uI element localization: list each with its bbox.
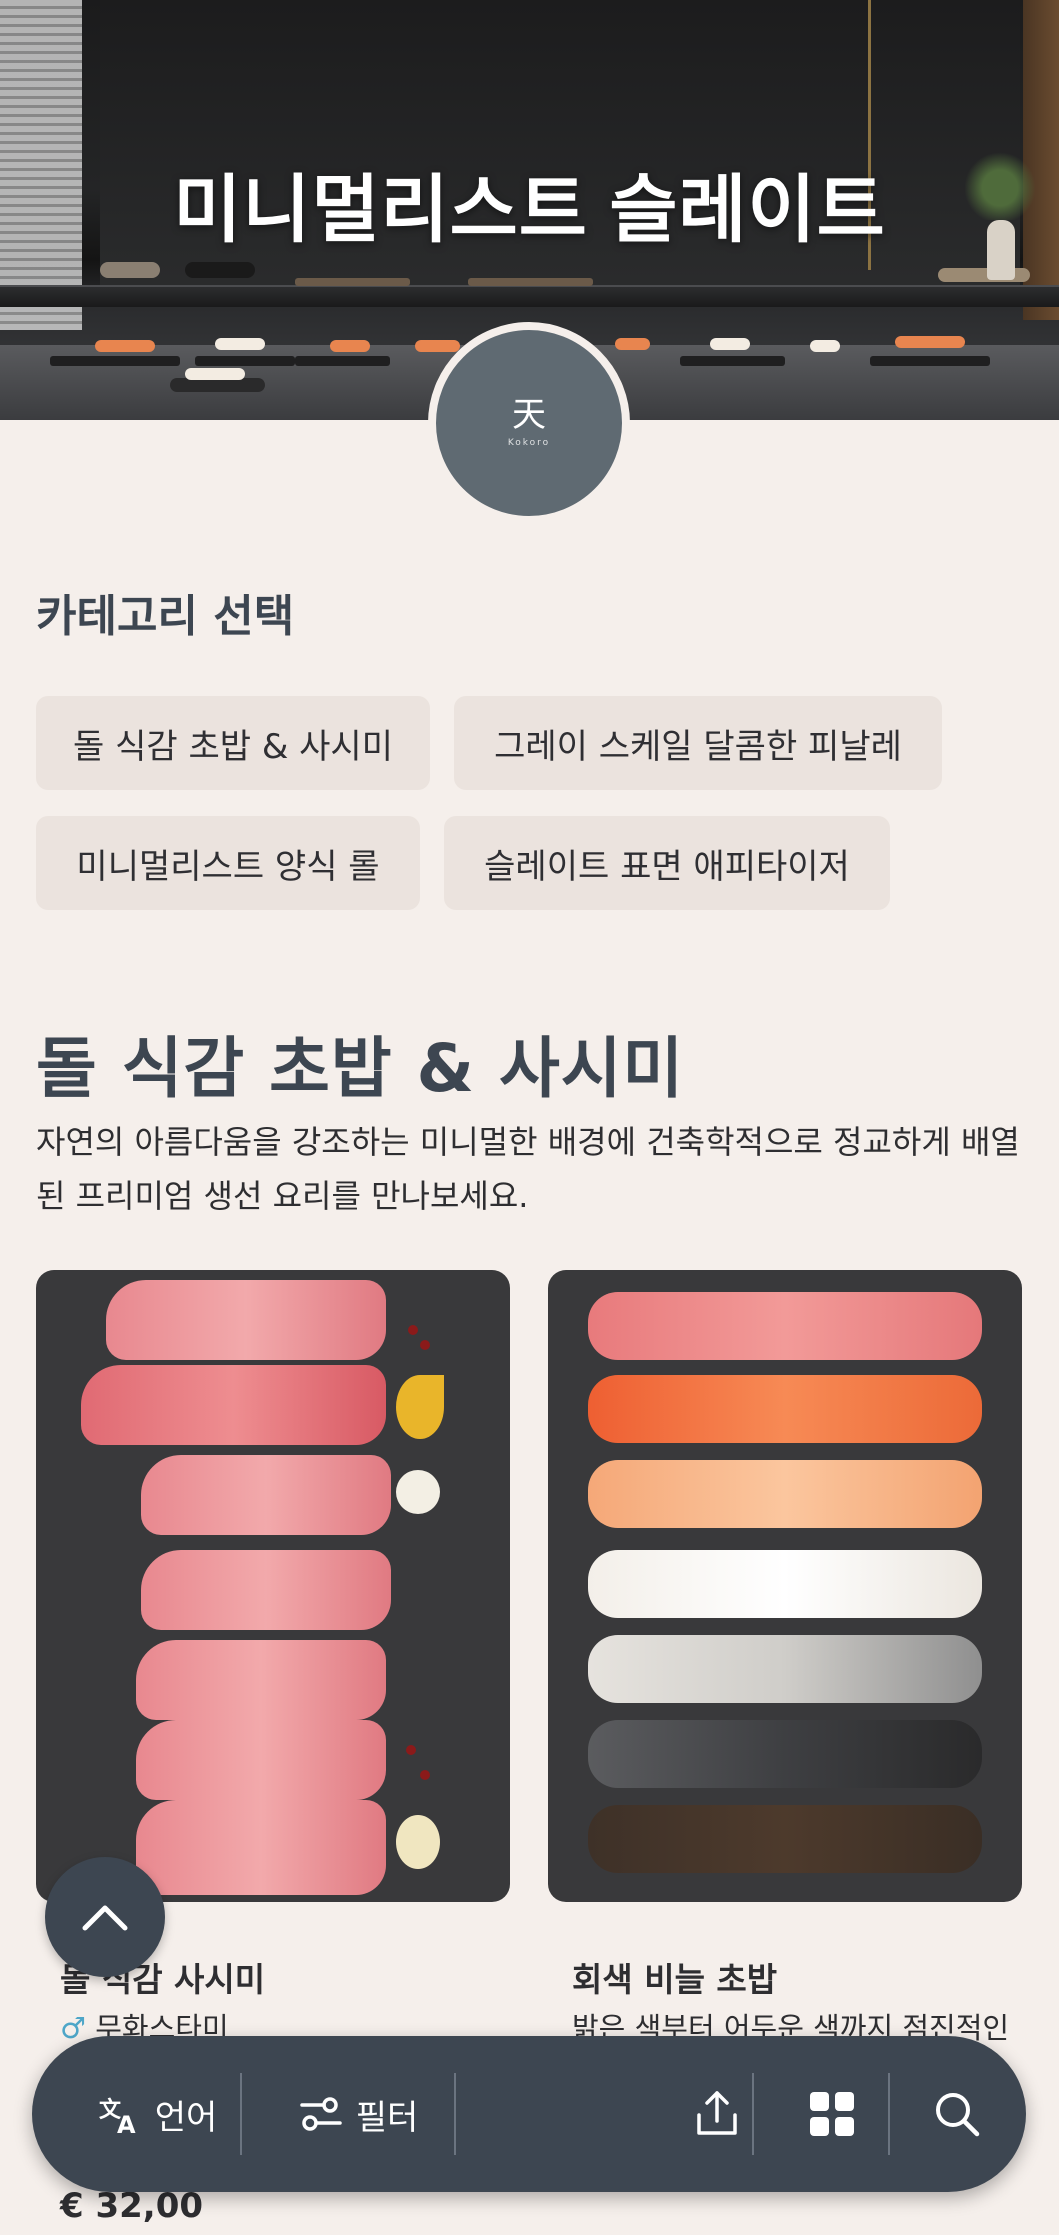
nigiri-row <box>588 1460 982 1528</box>
toolbar-divider <box>752 2073 754 2155</box>
toolbar-divider <box>454 2073 456 2155</box>
product-price: € 32,00 <box>60 2186 204 2226</box>
filter-button[interactable]: 필터 <box>258 2036 458 2192</box>
category-chip-label: 슬레이트 표면 애피타이저 <box>484 846 850 887</box>
nigiri-row <box>588 1292 982 1360</box>
share-icon <box>697 2091 737 2135</box>
filter-icon <box>299 2097 342 2131</box>
hero-sushi <box>615 338 650 350</box>
tuna-slice <box>136 1720 386 1800</box>
berry-garnish <box>408 1325 418 1335</box>
section-description: 자연의 아름다움을 강조하는 미니멀한 배경에 건축학적으로 정교하게 배열된 … <box>36 1123 1020 1215</box>
hero-sushi <box>895 336 965 348</box>
hero-slate <box>195 356 295 366</box>
search-icon <box>936 2093 980 2137</box>
hero-sushi <box>95 340 155 352</box>
scroll-to-top-button[interactable] <box>45 1857 165 1977</box>
hero-sushi <box>710 338 750 350</box>
berry-garnish <box>420 1340 430 1350</box>
page-title: 미니멀리스트 슬레이트 <box>173 168 886 251</box>
tuna-slice <box>141 1455 391 1535</box>
product-image-sashimi[interactable] <box>36 1270 510 1902</box>
tuna-slice <box>136 1640 386 1720</box>
svg-text:A: A <box>117 2111 136 2137</box>
hero-slate <box>680 356 785 366</box>
lemon-garnish <box>396 1375 444 1439</box>
nigiri-row <box>588 1805 982 1873</box>
hero-sushi <box>330 340 370 352</box>
hero-bowl <box>185 262 255 278</box>
hero-bowl <box>100 262 160 278</box>
grid-view-button[interactable] <box>772 2036 892 2192</box>
search-button[interactable] <box>902 2036 1012 2192</box>
category-chip-stone-sushi[interactable]: 돌 식감 초밥 & 사시미 <box>36 696 430 790</box>
grid-icon <box>810 2092 854 2136</box>
language-label: 언어 <box>154 2097 218 2138</box>
hero-board <box>295 278 410 286</box>
tuna-slice <box>136 1800 386 1895</box>
bottom-toolbar: 文 A 언어 필터 <box>32 2036 1026 2192</box>
category-heading: 카테고리 선택 <box>36 591 295 642</box>
nigiri-row <box>588 1550 982 1618</box>
category-chip-label: 그레이 스케일 달콤한 피날레 <box>494 726 902 767</box>
product-image-nigiri[interactable] <box>548 1270 1022 1902</box>
category-chip-label: 미니멀리스트 양식 롤 <box>76 846 380 887</box>
language-button[interactable]: 文 A 언어 <box>72 2036 242 2192</box>
restaurant-logo: 天 Kokoro <box>428 322 630 524</box>
tuna-slice <box>106 1280 386 1360</box>
chevron-up-icon <box>82 1905 128 1931</box>
share-button[interactable] <box>642 2036 792 2192</box>
category-chip-slate-appetizer[interactable]: 슬레이트 표면 애피타이저 <box>444 816 890 910</box>
nigiri-row <box>588 1635 982 1703</box>
filter-label: 필터 <box>355 2097 419 2138</box>
product-name: 회색 비늘 초밥 <box>572 1960 778 1999</box>
hero-board <box>468 278 593 286</box>
toolbar-divider <box>888 2073 890 2155</box>
nigiri-row <box>588 1720 982 1788</box>
flower-garnish <box>396 1815 440 1869</box>
hero-sushi <box>810 340 840 352</box>
tuna-slice <box>141 1550 391 1630</box>
logo-glyph: 天 <box>512 395 546 435</box>
hero-sushi <box>215 338 265 350</box>
nigiri-row <box>588 1375 982 1443</box>
hero-sushi <box>185 368 245 380</box>
hero-dish <box>170 378 265 392</box>
hero-slate <box>50 356 180 366</box>
translate-icon: 文 A <box>99 2097 136 2137</box>
toolbar-divider <box>240 2073 242 2155</box>
logo-subtitle: Kokoro <box>507 438 551 448</box>
section-title: 돌 식감 초밥 & 사시미 <box>36 1030 685 1107</box>
berry-garnish <box>420 1770 430 1780</box>
hero-counter-back <box>0 285 1059 307</box>
flower-garnish <box>396 1470 440 1514</box>
hero-slate <box>870 356 990 366</box>
category-chip-grayscale-dessert[interactable]: 그레이 스케일 달콤한 피날레 <box>454 696 942 790</box>
category-chip-label: 돌 식감 초밥 & 사시미 <box>73 726 393 767</box>
hero-slate <box>295 356 390 366</box>
berry-garnish <box>406 1745 416 1755</box>
category-chip-minimalist-rolls[interactable]: 미니멀리스트 양식 롤 <box>36 816 420 910</box>
hero-sushi <box>415 340 460 352</box>
tuna-slice <box>81 1365 386 1445</box>
